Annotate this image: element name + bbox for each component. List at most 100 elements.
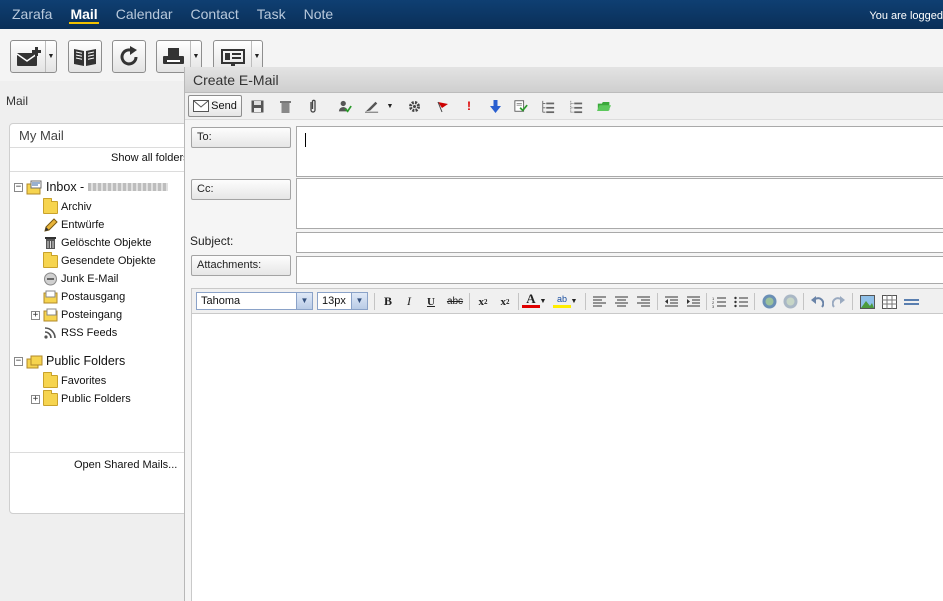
folder-icon (43, 389, 58, 406)
tree-item-archiv[interactable]: Archiv (43, 197, 92, 216)
to-field[interactable] (296, 126, 943, 177)
refresh-button[interactable] (112, 40, 146, 73)
subject-input[interactable] (296, 232, 943, 253)
font-size-value: 13px (322, 295, 346, 307)
align-center-icon[interactable] (612, 293, 630, 310)
check-names-icon[interactable] (338, 99, 352, 113)
tree-item-label: Posteingang (61, 309, 123, 321)
tree-item-posteingang[interactable]: Posteingang (43, 306, 122, 324)
top-navigation: Zarafa Mail Calendar Contact Task Note Y… (0, 0, 943, 29)
insert-table-icon[interactable] (880, 293, 898, 310)
address-book-icon (74, 48, 96, 66)
address-book-button[interactable] (68, 40, 102, 73)
tree-item-label: Public Folders (61, 393, 131, 405)
bold-icon[interactable]: B (379, 293, 397, 310)
tree-item-public-folders[interactable]: Public Folders (43, 389, 131, 408)
message-body-editor[interactable] (191, 314, 943, 601)
insert-link-icon[interactable] (760, 293, 778, 310)
posteingang-expand-toggle[interactable]: + (31, 311, 40, 320)
attachments-button[interactable]: Attachments: (191, 255, 291, 276)
remove-link-icon[interactable] (781, 293, 799, 310)
tree-item-gesendete-objekte[interactable]: Gesendete Objekte (43, 251, 156, 270)
delete-icon[interactable] (278, 99, 292, 113)
strikethrough-icon[interactable]: abc (444, 293, 466, 310)
subject-label: Subject: (190, 234, 234, 248)
favorites-folder-icon (43, 371, 58, 388)
tree-item-label: Inbox - (46, 180, 85, 194)
nav-calendar[interactable]: Calendar (107, 0, 182, 29)
nav-zarafa[interactable]: Zarafa (0, 0, 61, 29)
subscript-icon[interactable]: x2 (496, 293, 514, 310)
tree-item-rss-feeds[interactable]: RSS Feeds (43, 324, 117, 342)
tree-item-label: Public Folders (46, 354, 126, 368)
toolbar-separator (657, 293, 658, 310)
tree-item-label: Entwürfe (61, 219, 105, 231)
green-folder-icon[interactable] (597, 99, 611, 113)
send-button[interactable]: Send (188, 95, 242, 117)
sent-folder-icon (43, 251, 58, 268)
list-tree-alt-icon[interactable] (569, 99, 583, 113)
toolbar-separator (706, 293, 707, 310)
underline-icon[interactable]: U (422, 293, 440, 310)
public-folders-collapse-toggle[interactable]: − (14, 357, 23, 366)
font-color-dropdown-arrow[interactable]: ▼ (538, 293, 548, 310)
bullet-list-icon[interactable] (732, 293, 750, 310)
new-mail-dropdown-arrow[interactable]: ▼ (45, 41, 56, 72)
refresh-icon (120, 45, 138, 65)
tree-item-junk-email[interactable]: Junk E-Mail (43, 270, 118, 288)
save-icon[interactable] (250, 99, 264, 113)
nav-contact[interactable]: Contact (182, 0, 248, 29)
italic-icon[interactable]: I (400, 293, 418, 310)
font-family-select[interactable]: Tahoma ▼ (196, 292, 313, 310)
nav-mail[interactable]: Mail (61, 0, 106, 29)
nav-note[interactable]: Note (295, 0, 343, 29)
tree-item-label: Favorites (61, 375, 107, 387)
tree-item-inbox[interactable]: Inbox - (26, 178, 169, 196)
new-mail-icon (16, 46, 41, 66)
font-size-select[interactable]: 13px ▼ (317, 292, 368, 310)
public-folders-expand-toggle[interactable]: + (31, 395, 40, 404)
preview-pane-icon (221, 48, 245, 66)
horizontal-rule-icon[interactable] (902, 293, 920, 310)
compose-title: Create E-Mail (185, 67, 943, 93)
tree-item-entwuerfe[interactable]: Entwürfe (43, 216, 104, 234)
tree-item-geloeschte-objekte[interactable]: Gelöschte Objekte (43, 234, 152, 252)
show-all-folders-link[interactable]: Show all folders (111, 152, 189, 164)
list-tree-icon[interactable] (541, 99, 555, 113)
attachment-icon[interactable] (306, 99, 320, 113)
tree-item-public-folders-root[interactable]: Public Folders (26, 352, 125, 370)
toolbar-separator (374, 293, 375, 310)
nav-task[interactable]: Task (248, 0, 295, 29)
cc-field[interactable] (296, 178, 943, 229)
insert-image-icon[interactable] (858, 293, 876, 310)
redo-icon[interactable] (830, 293, 848, 310)
signature-dropdown-arrow[interactable]: ▼ (383, 99, 397, 113)
cc-button[interactable]: Cc: (191, 179, 291, 200)
superscript-icon[interactable]: x2 (474, 293, 492, 310)
indent-icon[interactable] (684, 293, 702, 310)
undo-icon[interactable] (808, 293, 826, 310)
to-button[interactable]: To: (191, 127, 291, 148)
tree-item-postausgang[interactable]: Postausgang (43, 288, 125, 306)
priority-high-icon[interactable]: ! (462, 99, 476, 113)
chevron-down-icon: ▼ (296, 293, 312, 309)
signature-icon[interactable] (365, 99, 379, 113)
options-gear-icon[interactable] (407, 99, 421, 113)
tree-item-label: RSS Feeds (61, 327, 118, 339)
align-left-icon[interactable] (590, 293, 608, 310)
priority-low-icon[interactable] (488, 99, 502, 113)
outdent-icon[interactable] (662, 293, 680, 310)
align-right-icon[interactable] (634, 293, 652, 310)
flag-icon[interactable] (435, 99, 449, 113)
highlight-dropdown-arrow[interactable]: ▼ (569, 293, 579, 310)
inbox-icon (26, 180, 42, 194)
toolbar-separator (518, 293, 519, 310)
new-mail-button[interactable]: ▼ (10, 40, 57, 73)
open-shared-mails-link[interactable]: Open Shared Mails... (74, 459, 177, 471)
tree-item-favorites[interactable]: Favorites (43, 371, 107, 390)
read-receipt-icon[interactable] (514, 99, 528, 113)
attachments-field[interactable] (296, 256, 943, 284)
envelope-icon (193, 100, 210, 112)
numbered-list-icon[interactable]: 123 (710, 293, 728, 310)
inbox-collapse-toggle[interactable]: − (14, 183, 23, 192)
